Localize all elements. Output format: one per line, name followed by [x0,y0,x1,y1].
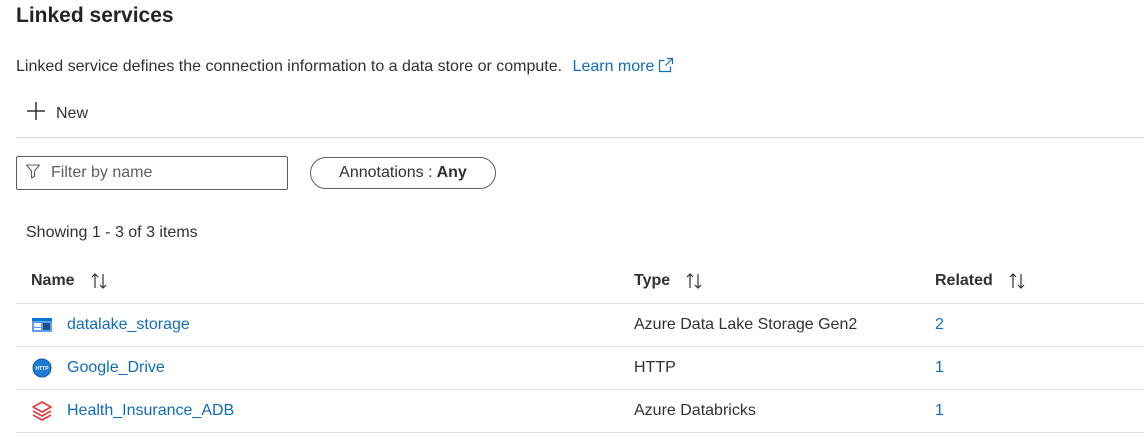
external-link-icon [658,57,674,78]
table-header: Name Type Related [16,258,1144,304]
name-cell: Health_Insurance_ADB [31,400,234,422]
sort-icon[interactable] [1007,271,1027,291]
related-count-link[interactable]: 2 [935,316,944,334]
learn-more-link[interactable]: Learn more [572,57,675,78]
filter-icon [25,163,41,184]
http-icon: HTTP [31,357,53,379]
annotations-filter-pill[interactable]: Annotations : Any [310,157,496,189]
annotations-value: Any [436,164,467,181]
new-button[interactable]: New [26,101,88,126]
linked-service-link[interactable]: datalake_storage [67,316,190,334]
name-cell: HTTP Google_Drive [31,357,165,379]
column-header-label: Name [31,271,75,289]
linked-services-table: Name Type Related datalake_storage Azure… [16,258,1144,433]
column-header-label: Type [634,271,671,289]
column-header-related[interactable]: Related [935,271,1027,291]
column-header-label: Related [935,271,993,289]
new-button-label: New [56,104,89,122]
filter-by-name-field[interactable] [16,156,288,190]
type-cell: HTTP [634,359,676,376]
page-description: Linked service defines the connection in… [16,57,674,78]
linked-service-link[interactable]: Health_Insurance_ADB [67,402,234,420]
description-text: Linked service defines the connection in… [16,58,563,75]
page-title: Linked services [16,4,174,27]
linked-service-link[interactable]: Google_Drive [67,359,165,377]
items-count: Showing 1 - 3 of 3 items [26,224,198,241]
table-row: HTTP Google_Drive HTTP 1 [16,347,1144,390]
type-cell: Azure Databricks [634,402,756,419]
filter-input[interactable] [51,164,271,182]
svg-text:HTTP: HTTP [35,366,49,372]
type-cell: Azure Data Lake Storage Gen2 [634,316,858,333]
data-lake-storage-icon [31,314,53,336]
learn-more-label: Learn more [572,58,655,75]
databricks-icon [31,400,53,422]
related-count-link[interactable]: 1 [935,359,944,377]
sort-icon[interactable] [89,271,109,291]
column-header-name[interactable]: Name [31,271,109,291]
toolbar-divider [16,137,1144,138]
sort-icon[interactable] [684,271,704,291]
related-count-link[interactable]: 1 [935,402,944,420]
table-row: Health_Insurance_ADB Azure Databricks 1 [16,390,1144,433]
annotations-label: Annotations : [339,164,433,181]
name-cell: datalake_storage [31,314,190,336]
plus-icon [26,101,46,126]
column-header-type[interactable]: Type [634,271,704,291]
table-row: datalake_storage Azure Data Lake Storage… [16,304,1144,347]
